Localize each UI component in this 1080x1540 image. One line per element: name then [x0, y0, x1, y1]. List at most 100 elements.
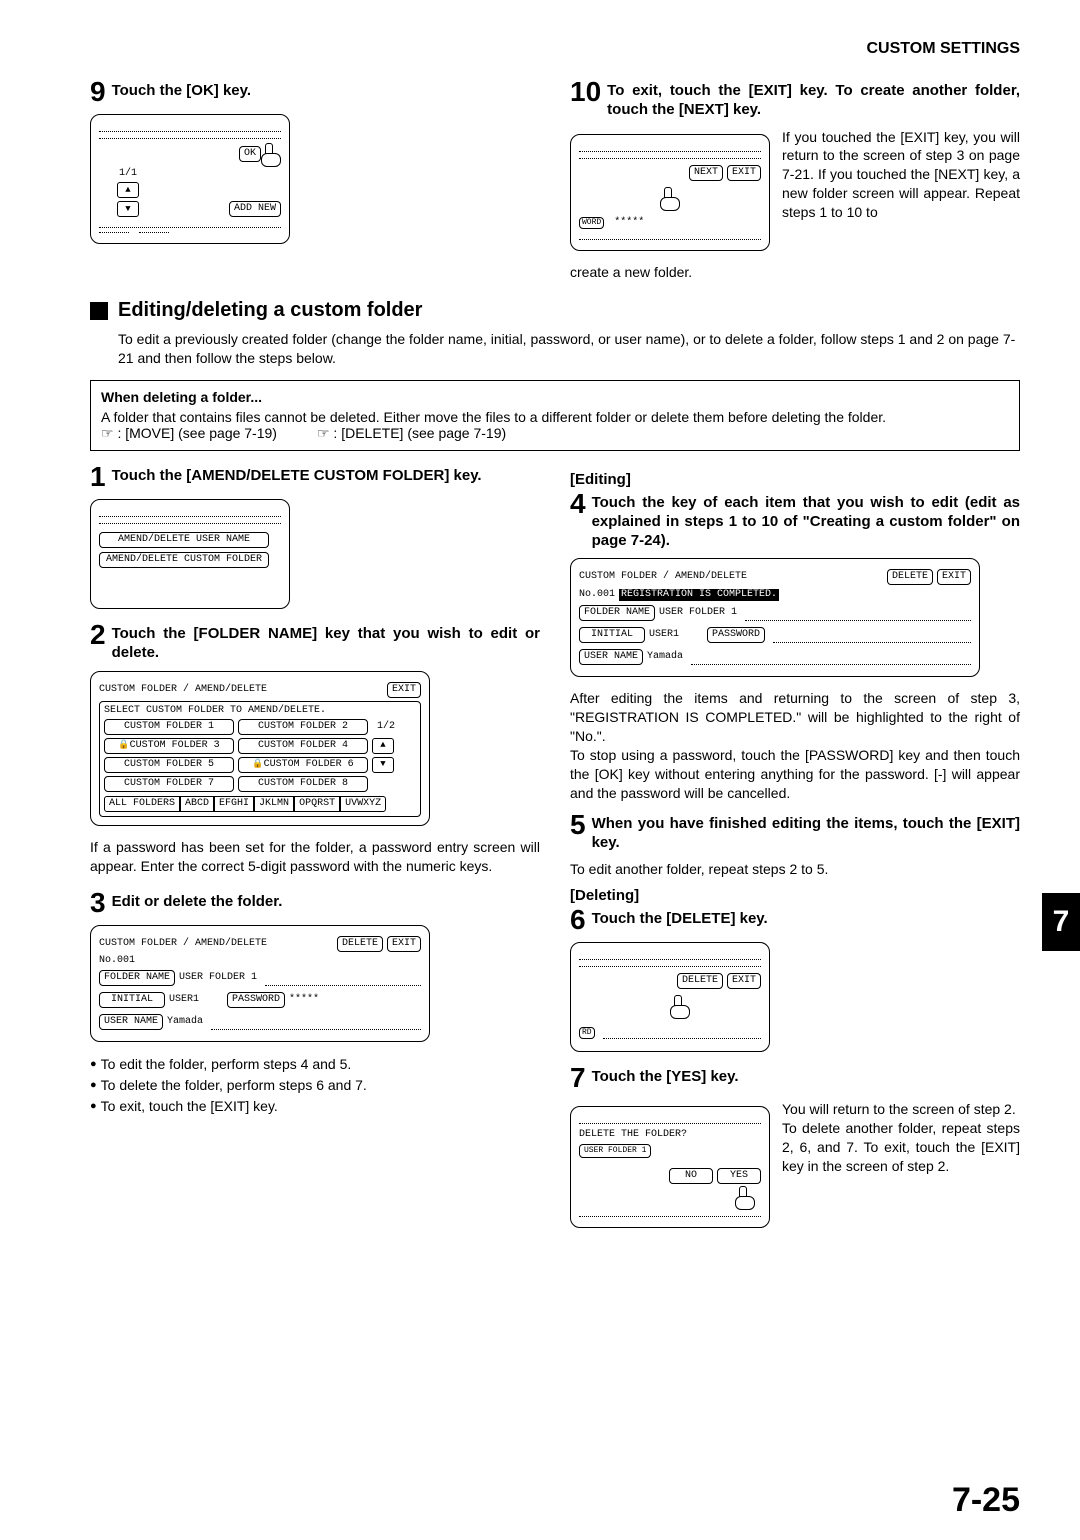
step-10-screen: NEXT EXIT WORD *****	[570, 134, 770, 251]
step-4-body: After editing the items and returning to…	[570, 689, 1020, 802]
word-field: WORD	[579, 217, 604, 229]
folder-item[interactable]: CUSTOM FOLDER 4	[238, 738, 368, 754]
amend-user-button[interactable]: AMEND/DELETE USER NAME	[99, 532, 269, 548]
exit-button[interactable]: EXIT	[727, 165, 761, 181]
folder-item[interactable]: CUSTOM FOLDER 2	[238, 719, 368, 735]
note-title: When deleting a folder...	[101, 389, 1009, 405]
lock-icon	[118, 741, 129, 751]
foldername-button[interactable]: FOLDER NAME	[579, 605, 655, 621]
next-button[interactable]: NEXT	[689, 165, 723, 181]
step-10-text: To exit, touch the [EXIT] key. To create…	[607, 78, 1020, 120]
folder-name-box: USER FOLDER 1	[579, 1144, 651, 1158]
hand-icon	[261, 143, 281, 165]
folder-item[interactable]: CUSTOM FOLDER 1	[104, 719, 234, 735]
page-number: 7-25	[952, 1481, 1020, 1520]
step-4-screen: CUSTOM FOLDER / AMEND/DELETE DELETE EXIT…	[570, 558, 980, 677]
note-box: When deleting a folder... A folder that …	[90, 380, 1020, 451]
password-button[interactable]: PASSWORD	[707, 627, 765, 643]
folder-item[interactable]: CUSTOM FOLDER 6	[238, 757, 368, 773]
amend-folder-button[interactable]: AMEND/DELETE CUSTOM FOLDER	[99, 552, 269, 568]
editing-head: [Editing]	[570, 471, 1020, 488]
step-6-num: 6	[570, 906, 586, 934]
step-5-body: To edit another folder, repeat steps 2 t…	[570, 860, 1020, 879]
tab-all[interactable]: ALL FOLDERS	[104, 796, 180, 812]
screen-title: CUSTOM FOLDER / AMEND/DELETE	[99, 685, 267, 695]
password-button[interactable]: PASSWORD	[227, 992, 285, 1008]
step-2-body: If a password has been set for the folde…	[90, 838, 540, 876]
step-2-screen: CUSTOM FOLDER / AMEND/DELETE EXIT SELECT…	[90, 671, 430, 826]
step-3-text: Edit or delete the folder.	[112, 889, 540, 912]
username-value: Yamada	[167, 1017, 203, 1027]
screen-title: CUSTOM FOLDER / AMEND/DELETE	[579, 572, 747, 582]
screen-title: CUSTOM FOLDER / AMEND/DELETE	[99, 939, 267, 949]
delete-prompt: DELETE THE FOLDER?	[579, 1130, 761, 1140]
foldername-value: USER FOLDER 1	[179, 973, 257, 983]
down-arrow-icon[interactable]: ▼	[117, 201, 139, 217]
password-stars: *****	[614, 218, 644, 228]
step-7-num: 7	[570, 1064, 586, 1092]
note-delete: ☞ : [DELETE] (see page 7-19)	[317, 425, 506, 442]
page-header: CUSTOM SETTINGS	[90, 40, 1020, 58]
folder-item[interactable]: CUSTOM FOLDER 3	[104, 738, 234, 754]
up-arrow-icon[interactable]: ▲	[372, 738, 394, 754]
step-9-text: Touch the [OK] key.	[112, 78, 540, 101]
step-10-body-tail: create a new folder.	[570, 263, 1020, 282]
foldername-button[interactable]: FOLDER NAME	[99, 970, 175, 986]
exit-button[interactable]: EXIT	[387, 682, 421, 698]
folder-no: No.001	[579, 590, 615, 600]
step-5-num: 5	[570, 811, 586, 839]
step-3-bullets: To edit the folder, perform steps 4 and …	[90, 1054, 540, 1117]
step-5-text: When you have finished editing the items…	[592, 811, 1020, 853]
tab-uvwxyz[interactable]: UVWXYZ	[340, 796, 386, 812]
section-title: Editing/deleting a custom folder	[90, 299, 1020, 322]
step-1-screen: AMEND/DELETE USER NAME AMEND/DELETE CUST…	[90, 499, 290, 609]
no-button[interactable]: NO	[669, 1168, 713, 1184]
step-10-body: If you touched the [EXIT] key, you will …	[782, 128, 1020, 222]
step-1-text: Touch the [AMEND/DELETE CUSTOM FOLDER] k…	[112, 463, 540, 486]
step-1-num: 1	[90, 463, 106, 491]
folder-item[interactable]: CUSTOM FOLDER 5	[104, 757, 234, 773]
username-button[interactable]: USER NAME	[99, 1014, 163, 1030]
initial-button[interactable]: INITIAL	[99, 992, 165, 1008]
delete-button[interactable]: DELETE	[677, 973, 723, 989]
folder-no: No.001	[99, 956, 421, 966]
step-7-body: You will return to the screen of step 2.…	[782, 1100, 1020, 1176]
step-4-num: 4	[570, 490, 586, 518]
note-move: ☞ : [MOVE] (see page 7-19)	[101, 425, 277, 442]
down-arrow-icon[interactable]: ▼	[372, 757, 394, 773]
tab-efghi[interactable]: EFGHI	[214, 796, 254, 812]
delete-button[interactable]: DELETE	[887, 569, 933, 585]
yes-button[interactable]: YES	[717, 1168, 761, 1184]
exit-button[interactable]: EXIT	[937, 569, 971, 585]
foldername-value: USER FOLDER 1	[659, 608, 737, 618]
step-9-screen: OK 1/1 ▲ ▼ ADD NEW	[90, 114, 290, 244]
step-2-text: Touch the [FOLDER NAME] key that you wis…	[112, 621, 540, 663]
step-3-num: 3	[90, 889, 106, 917]
tab-abcd[interactable]: ABCD	[180, 796, 214, 812]
username-button[interactable]: USER NAME	[579, 649, 643, 665]
username-value: Yamada	[647, 652, 683, 662]
exit-button[interactable]: EXIT	[727, 973, 761, 989]
hand-icon	[735, 1186, 755, 1208]
folder-item[interactable]: CUSTOM FOLDER 8	[238, 776, 368, 792]
note-line1: A folder that contains files cannot be d…	[101, 409, 1009, 425]
step-3-screen: CUSTOM FOLDER / AMEND/DELETE DELETE EXIT…	[90, 925, 430, 1042]
rd-field: RD	[579, 1027, 595, 1039]
password-value: *****	[289, 995, 319, 1005]
tab-opqrst[interactable]: OPQRST	[294, 796, 340, 812]
hand-icon	[660, 187, 680, 209]
delete-button[interactable]: DELETE	[337, 936, 383, 952]
add-new-button[interactable]: ADD NEW	[229, 201, 281, 217]
step-7-text: Touch the [YES] key.	[592, 1064, 1020, 1087]
lock-icon	[252, 760, 263, 770]
initial-button[interactable]: INITIAL	[579, 627, 645, 643]
step-10-num: 10	[570, 78, 601, 106]
folder-item[interactable]: CUSTOM FOLDER 7	[104, 776, 234, 792]
step-6-text: Touch the [DELETE] key.	[592, 906, 1020, 929]
exit-button[interactable]: EXIT	[387, 936, 421, 952]
tab-jklmn[interactable]: JKLMN	[254, 796, 294, 812]
side-tab: 7	[1042, 893, 1080, 951]
ok-button[interactable]: OK	[239, 146, 261, 162]
up-arrow-icon[interactable]: ▲	[117, 182, 139, 198]
hand-icon	[670, 995, 690, 1017]
